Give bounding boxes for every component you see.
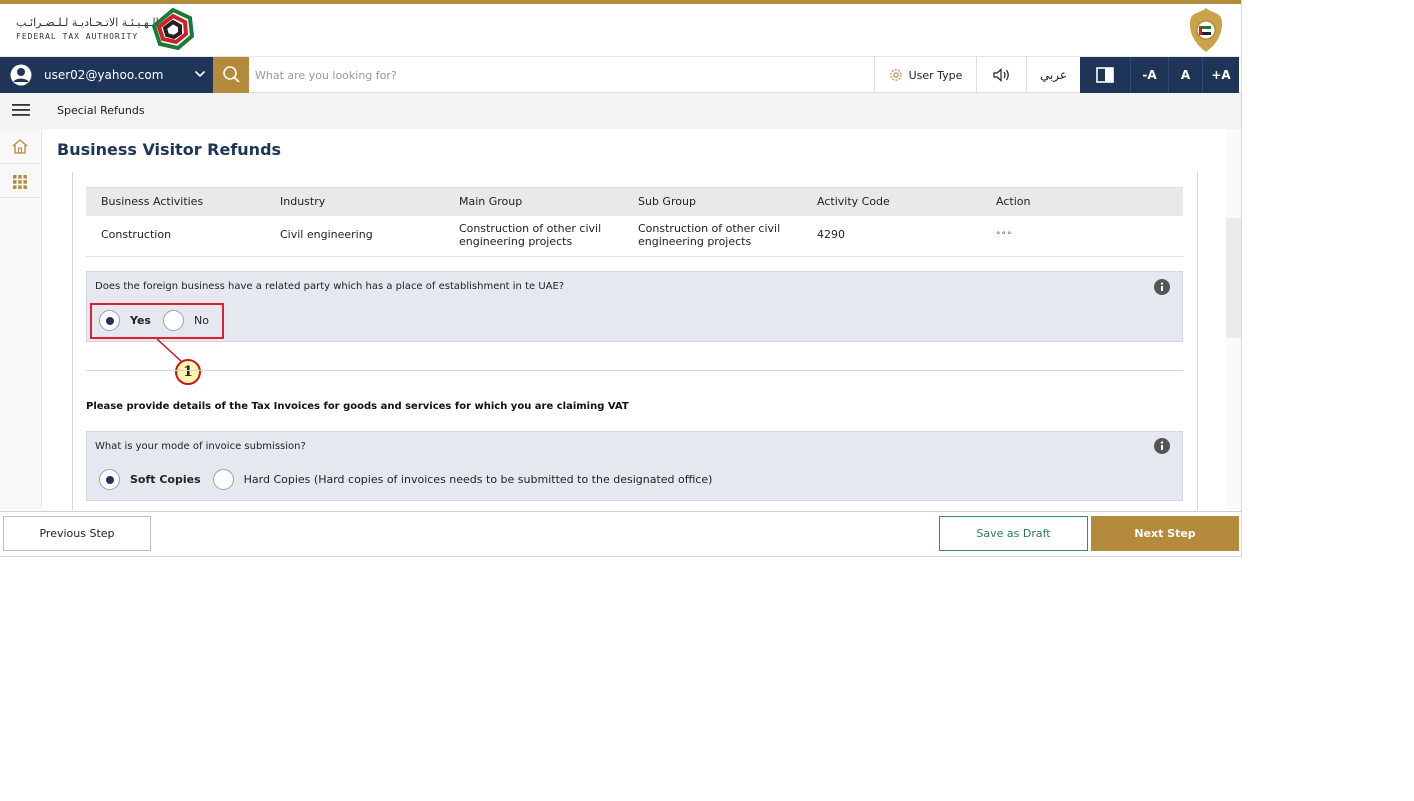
related-party-question: Does the foreign business have a related… [86, 271, 1183, 342]
font-decrease-button[interactable]: -A [1130, 57, 1168, 93]
save-as-draft-label: Save as Draft [976, 527, 1051, 540]
question-text: Does the foreign business have a related… [95, 281, 565, 292]
business-activities-table: Business Activities Industry Main Group … [86, 187, 1183, 257]
side-nav [0, 129, 42, 509]
column-header: Main Group [444, 187, 623, 216]
radio-hard-copies[interactable] [212, 469, 234, 490]
column-header: Industry [265, 187, 444, 216]
page-title: Business Visitor Refunds [57, 140, 282, 159]
menu-icon[interactable] [12, 103, 30, 117]
column-header: Activity Code [802, 187, 981, 216]
next-step-button[interactable]: Next Step [1091, 516, 1239, 551]
gear-icon [889, 69, 902, 81]
search-button[interactable] [213, 57, 249, 93]
home-icon[interactable] [11, 138, 29, 156]
cell-main-group: Construction of other civil engineering … [444, 215, 623, 257]
language-label: عربي [1039, 68, 1068, 82]
logo-arabic-text: الـهـيـئـة الاتـحـاديـة لـلـضـرائـب [16, 16, 159, 29]
font-decrease-label: -A [1142, 68, 1157, 82]
invoice-mode-question: What is your mode of invoice submission?… [86, 431, 1183, 501]
sidebar-divider [0, 163, 42, 164]
footer-action-bar: Previous Step Save as Draft Next Step [0, 511, 1241, 556]
info-icon[interactable] [1154, 279, 1170, 295]
save-as-draft-button[interactable]: Save as Draft [939, 516, 1088, 551]
user-type-button[interactable]: User Type [874, 57, 976, 93]
question-text: What is your mode of invoice submission? [95, 441, 306, 452]
column-header: Action [981, 187, 1183, 216]
font-increase-button[interactable]: +A [1202, 57, 1239, 93]
invoices-section-title: Please provide details of the Tax Invoic… [86, 401, 629, 412]
font-normal-label: A [1180, 68, 1191, 82]
radio-label-hard-copies: Hard Copies (Hard copies of invoices nee… [243, 473, 713, 486]
radio-soft-copies[interactable] [99, 469, 120, 490]
logo-english-text: FEDERAL TAX AUTHORITY [16, 32, 139, 41]
user-avatar-icon [10, 64, 32, 86]
chevron-down-icon [194, 70, 206, 78]
search-input[interactable] [255, 63, 865, 87]
cell-business-activity: Construction [86, 215, 265, 257]
contrast-icon [1096, 67, 1114, 83]
cell-industry: Civil engineering [265, 215, 444, 257]
user-email: user02@yahoo.com [44, 68, 164, 82]
user-menu[interactable]: user02@yahoo.com [0, 57, 213, 93]
breadcrumb-current[interactable]: Special Refunds [57, 104, 145, 117]
fta-logo-icon[interactable] [150, 6, 196, 52]
radio-label-soft-copies: Soft Copies [130, 473, 201, 486]
row-action-menu[interactable]: °°° [981, 215, 1183, 257]
font-normal-button[interactable]: A [1168, 57, 1202, 93]
next-step-label: Next Step [1134, 527, 1196, 540]
previous-step-button[interactable]: Previous Step [3, 516, 151, 551]
scrollbar-thumb[interactable] [1226, 218, 1241, 338]
callout-highlight [90, 303, 224, 339]
read-aloud-button[interactable] [976, 57, 1026, 93]
user-type-label: User Type [908, 68, 963, 82]
header: الـهـيـئـة الاتـحـاديـة لـلـضـرائـب FEDE… [0, 4, 1241, 57]
search-icon [223, 66, 240, 83]
sidebar-divider [0, 197, 42, 198]
section-divider [86, 370, 1183, 371]
cell-sub-group: Construction of other civil engineering … [623, 215, 802, 257]
breadcrumb: Special Refunds [0, 93, 1241, 129]
uae-emblem-icon [1189, 8, 1223, 52]
callout-number-badge: 1 [175, 359, 201, 385]
info-icon[interactable] [1154, 438, 1170, 454]
previous-step-label: Previous Step [39, 527, 115, 540]
language-toggle[interactable]: عربي [1026, 57, 1080, 93]
table-header-row: Business Activities Industry Main Group … [86, 187, 1183, 216]
app-window: الـهـيـئـة الاتـحـاديـة لـلـضـرائـب FEDE… [0, 0, 1242, 557]
contrast-toggle[interactable] [1080, 57, 1130, 93]
table-row: Construction Civil engineering Construct… [86, 215, 1183, 257]
font-increase-label: +A [1211, 68, 1231, 82]
top-navbar: user02@yahoo.com User Type [0, 57, 1241, 93]
cell-activity-code: 4290 [802, 215, 981, 257]
column-header: Sub Group [623, 187, 802, 216]
speaker-icon [992, 68, 1009, 82]
column-header: Business Activities [86, 187, 265, 216]
apps-grid-icon[interactable] [11, 173, 29, 191]
radio-group: Soft Copies Hard Copies (Hard copies of … [99, 469, 724, 490]
